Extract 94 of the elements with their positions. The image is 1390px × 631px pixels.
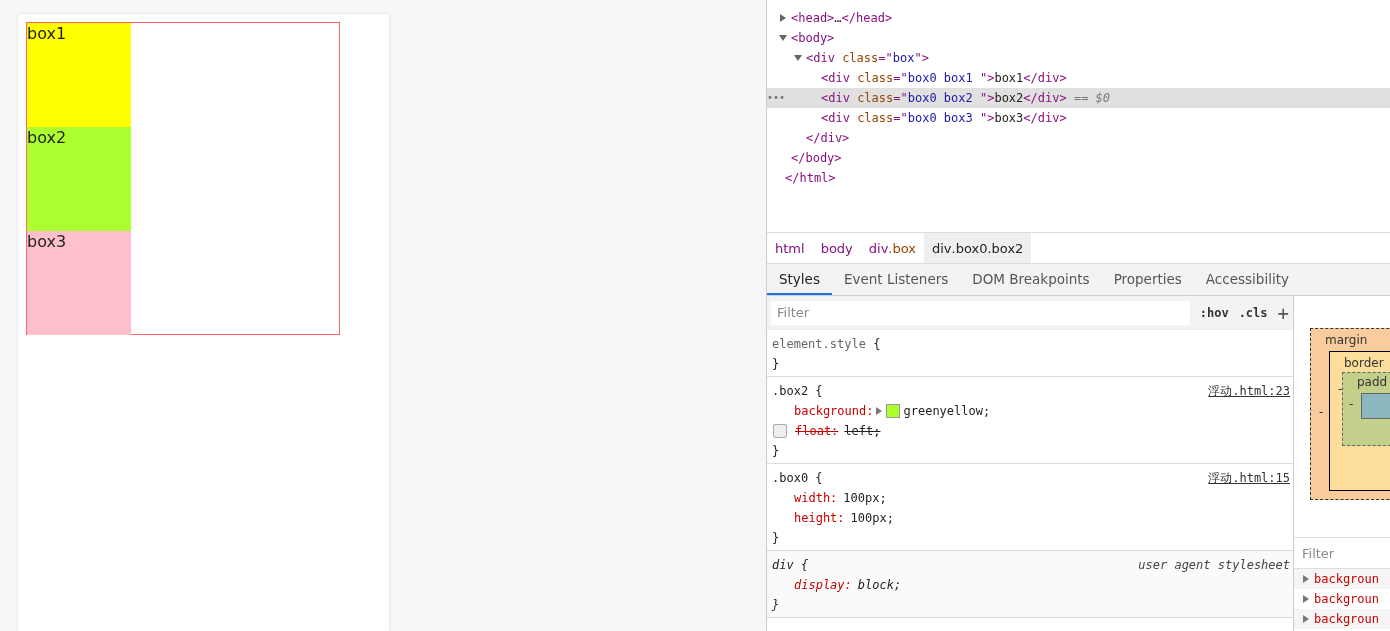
colored-box: box3 (27, 231, 131, 335)
code-text: == (1072, 90, 1090, 107)
code-text: <div (821, 90, 850, 107)
property-name: display: (794, 577, 852, 594)
code-text: class (856, 110, 894, 127)
code-text: $0 (1095, 90, 1111, 107)
code-text: <body> (791, 30, 835, 47)
margin-label: margin (1325, 333, 1369, 347)
panel-tab[interactable]: Event Listeners (831, 264, 961, 295)
code-text: </div> (1023, 110, 1067, 127)
property-value: greenyellow; (903, 403, 991, 420)
rule-selector: element.style (772, 337, 866, 351)
code-text: box0 box3 (907, 110, 974, 127)
code-text: =" (893, 90, 908, 107)
code-text: "> (979, 110, 995, 127)
brace-text: } (772, 444, 780, 458)
border-value: - (1338, 382, 1343, 396)
breadcrumb[interactable]: body (812, 233, 861, 263)
source-link[interactable]: 浮动.html:15 (1208, 468, 1290, 488)
property-name: height: (794, 510, 845, 527)
code-text: </div> (806, 130, 850, 147)
code-text: "> (979, 70, 995, 87)
dom-node[interactable]: <head>…</head> (767, 8, 1390, 28)
code-text: box3 (994, 110, 1024, 127)
source-link[interactable]: 浮动.html:23 (1208, 381, 1290, 401)
code-text: =" (893, 70, 908, 87)
code-text: box2 (994, 90, 1024, 107)
code-text: =" (878, 50, 893, 67)
code-text: box0 box2 (907, 90, 974, 107)
colored-box: box1 (27, 23, 131, 127)
code-text: </div> (1023, 90, 1067, 107)
cls-button[interactable]: .cls (1238, 305, 1268, 320)
computed-property[interactable]: backgroun (1294, 609, 1390, 629)
code-text: box1 (994, 70, 1024, 87)
panel-tab[interactable]: Accessibility (1193, 264, 1301, 295)
margin-value: - (1319, 405, 1324, 419)
brace-text: } (772, 531, 780, 545)
color-swatch[interactable] (886, 404, 901, 418)
brace-text: } (772, 598, 780, 612)
code-text: </div> (1023, 70, 1067, 87)
code-text: <div (821, 70, 850, 87)
code-text: <div (806, 50, 835, 67)
padding-value: - (1349, 397, 1354, 411)
hov-button[interactable]: :hov (1199, 305, 1229, 320)
rule-selector: .box2 (772, 384, 809, 398)
code-text: "> (979, 90, 995, 107)
property-name: width: (794, 490, 838, 507)
source-text: user agent stylesheet (1138, 557, 1290, 574)
expanded-triangle-icon[interactable] (779, 35, 787, 41)
code-text: box (892, 50, 915, 67)
code-text: =" (893, 110, 908, 127)
code-text: </head> (841, 10, 893, 27)
brace-text: { (815, 471, 823, 485)
collapsed-triangle-icon[interactable] (780, 14, 786, 22)
brace-text: { (800, 558, 809, 572)
code-text: <head> (791, 10, 835, 27)
border-label: border (1344, 356, 1385, 370)
filter-field[interactable]: Filter (771, 300, 1190, 325)
property-name: float: (795, 423, 839, 440)
brace-text: { (873, 337, 881, 351)
dom-node[interactable]: <body> (767, 28, 1390, 48)
panel-tab[interactable]: Properties (1101, 264, 1194, 295)
dom-node[interactable]: ••• <div class="box0 box2 ">box2</div> == $0 (767, 88, 1390, 108)
dom-node[interactable]: <div class="box0 box1 ">box1</div> (767, 68, 1390, 88)
code-text: "> (914, 50, 929, 67)
code-text: class (841, 50, 879, 67)
colored-box: box2 (27, 127, 131, 231)
rule-selector: .box0 (772, 471, 809, 485)
breadcrumb[interactable]: html (767, 233, 813, 263)
property-value: block; (857, 577, 902, 594)
panel-tab[interactable]: DOM Breakpoints (960, 264, 1102, 295)
dom-node[interactable]: <div class="box"> (767, 48, 1390, 68)
padding-label: padd (1357, 375, 1389, 389)
add-rule-button[interactable]: + (1277, 301, 1289, 324)
code-text: box0 box1 (907, 70, 974, 87)
property-value: 100px; (843, 490, 887, 507)
computed-property[interactable]: backgroun (1294, 569, 1390, 589)
code-text: class (856, 70, 894, 87)
code-text: </body> (791, 150, 842, 167)
breadcrumb[interactable]: div.box0.box2 (924, 233, 1032, 263)
property-checkbox[interactable] (773, 424, 787, 438)
breadcrumb[interactable]: div.box (860, 233, 924, 263)
expanded-triangle-icon[interactable] (794, 55, 802, 61)
brace-text: { (815, 384, 823, 398)
code-text: </html> (785, 170, 836, 187)
property-name: background: (794, 403, 874, 420)
code-text: class (856, 90, 894, 107)
code-text: … (834, 10, 842, 27)
property-value: 100px; (850, 510, 894, 527)
rule-selector: div (772, 558, 794, 572)
dom-node[interactable]: <div class="box0 box3 ">box3</div> (767, 108, 1390, 128)
code-text: <div (821, 110, 850, 127)
property-value: left; (844, 423, 881, 440)
brace-text: } (772, 357, 780, 371)
